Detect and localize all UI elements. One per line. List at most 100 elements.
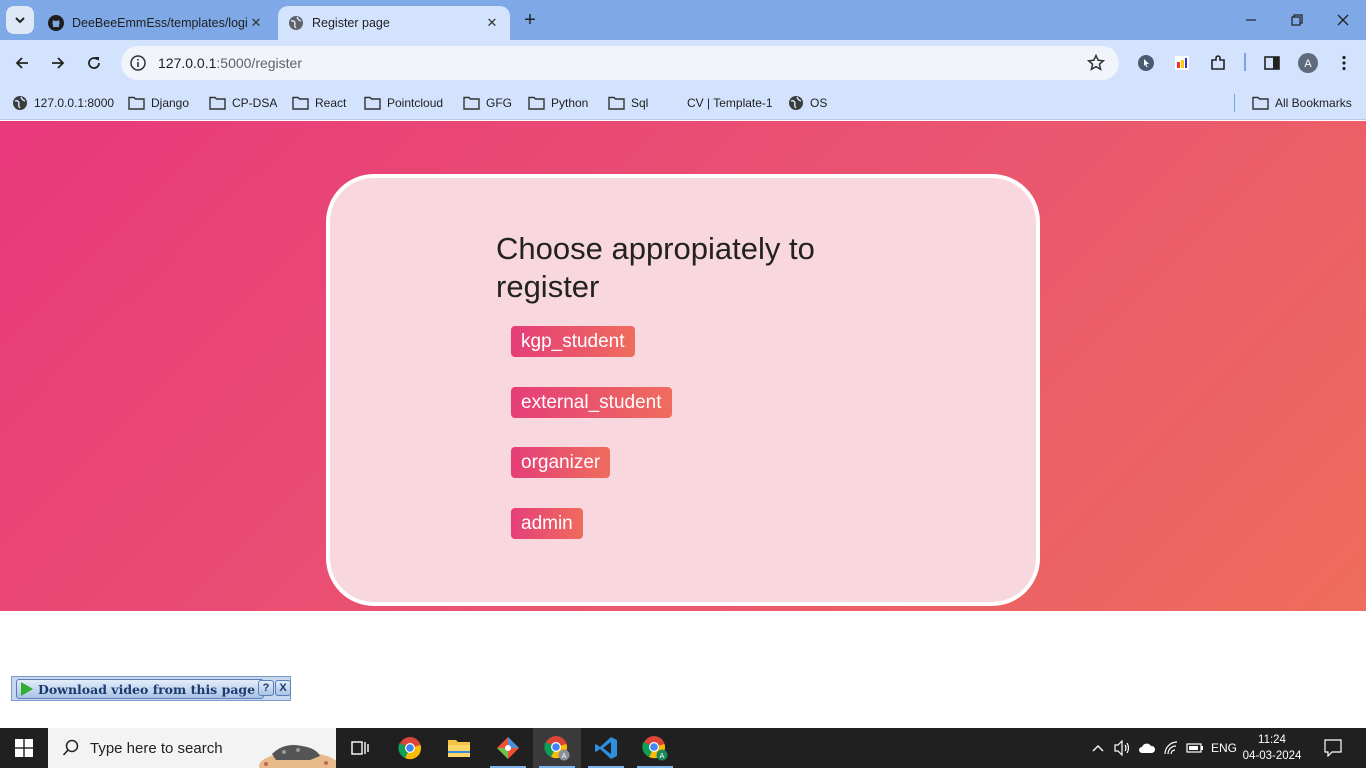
taskbar-git[interactable] <box>484 728 532 768</box>
extensions-puzzle-icon[interactable] <box>1208 53 1228 73</box>
all-bookmarks-button[interactable]: All Bookmarks <box>1252 92 1352 114</box>
role-button-kgp-student[interactable]: kgp_student <box>511 326 635 357</box>
vscode-icon <box>595 737 617 759</box>
forward-button[interactable] <box>44 49 72 77</box>
restore-icon <box>1291 14 1303 26</box>
download-help-button[interactable]: ? <box>258 680 274 696</box>
taskbar-chrome[interactable] <box>386 728 434 768</box>
bookmark-folder-django[interactable]: Django <box>128 92 189 114</box>
chrome-icon <box>398 737 421 760</box>
taskbar-chrome-profile-2[interactable]: A <box>631 728 679 768</box>
bookmark-cv-template[interactable]: CV | Template-1 <box>687 92 773 114</box>
role-button-admin[interactable]: admin <box>511 508 583 539</box>
search-icon <box>62 739 79 756</box>
network-button[interactable] <box>1160 728 1182 768</box>
svg-text:A: A <box>1304 58 1312 70</box>
bookmark-folder-gfg[interactable]: GFG <box>463 92 512 114</box>
register-card: Choose appropiately to register kgp_stud… <box>326 174 1040 606</box>
search-placeholder: Type here to search <box>90 739 223 757</box>
address-bar[interactable]: 127.0.0.1:5000/register <box>121 46 1119 80</box>
battery-button[interactable] <box>1184 728 1206 768</box>
bookmark-folder-python[interactable]: Python <box>528 92 588 114</box>
speaker-icon <box>1114 740 1130 756</box>
back-button[interactable] <box>8 49 36 77</box>
task-view-button[interactable] <box>336 728 384 768</box>
extension-colors-icon[interactable] <box>1172 53 1192 73</box>
minimize-icon <box>1246 19 1256 21</box>
windows-logo-icon <box>15 739 33 757</box>
bookmark-star-icon[interactable] <box>1087 54 1105 72</box>
globe-icon <box>13 96 27 110</box>
battery-icon <box>1186 743 1203 753</box>
taskbar-vscode[interactable] <box>582 728 630 768</box>
play-icon <box>21 682 33 696</box>
page-background: Choose appropiately to register kgp_stud… <box>0 121 1366 611</box>
close-window-button[interactable] <box>1320 0 1366 40</box>
bookmark-folder-cp-dsa[interactable]: CP-DSA <box>209 92 277 114</box>
bookmark-folder-pointcloud[interactable]: Pointcloud <box>364 92 443 114</box>
tab-register-page[interactable]: Register page ✕ <box>278 6 510 40</box>
extension-cursor-icon[interactable] <box>1136 53 1156 73</box>
download-close-button[interactable]: X <box>275 680 291 696</box>
file-explorer-icon <box>448 740 470 757</box>
download-video-button[interactable]: Download video from this page <box>16 679 264 699</box>
folder-icon <box>128 96 145 110</box>
more-menu-icon[interactable] <box>1334 53 1354 73</box>
profile-avatar[interactable]: A <box>1298 53 1318 73</box>
tab-strip: DeeBeeEmmEss/templates/logi ✕ Register p… <box>0 0 1366 40</box>
task-view-icon <box>351 741 369 755</box>
bookmarks-divider <box>1234 94 1235 112</box>
restore-button[interactable] <box>1274 0 1320 40</box>
new-tab-button[interactable]: + <box>518 8 542 32</box>
globe-icon <box>789 96 803 110</box>
chevron-up-icon <box>1092 745 1104 752</box>
download-video-bar: Download video from this page ? X <box>11 676 291 701</box>
page-heading: Choose appropiately to register <box>496 231 815 304</box>
reload-button[interactable] <box>80 49 108 77</box>
bookmark-folder-sql[interactable]: Sql <box>608 92 648 114</box>
svg-text:A: A <box>660 753 665 760</box>
input-language-button[interactable]: ENG <box>1208 728 1240 768</box>
volume-button[interactable] <box>1112 728 1134 768</box>
notification-icon <box>1324 739 1342 757</box>
minimize-button[interactable] <box>1228 0 1274 40</box>
wifi-icon <box>1164 741 1178 755</box>
bookmark-localhost[interactable]: 127.0.0.1:8000 <box>12 92 114 114</box>
side-panel-icon[interactable] <box>1262 53 1282 73</box>
tab-close-icon[interactable]: ✕ <box>248 15 264 31</box>
show-hidden-icons-button[interactable] <box>1088 728 1108 768</box>
svg-text:A: A <box>562 753 567 760</box>
folder-icon <box>528 96 545 110</box>
close-icon <box>1337 14 1349 26</box>
site-info-icon[interactable] <box>130 55 146 71</box>
folder-icon <box>209 96 226 110</box>
tab-title: Register page <box>312 16 390 30</box>
bookmark-folder-react[interactable]: React <box>292 92 346 114</box>
taskbar-file-explorer[interactable] <box>435 728 483 768</box>
github-icon <box>48 15 64 31</box>
role-button-external-student[interactable]: external_student <box>511 387 672 418</box>
taskbar-search-box[interactable]: Type here to search <box>48 728 336 768</box>
search-highlight-image <box>259 745 336 768</box>
role-button-organizer[interactable]: organizer <box>511 447 611 478</box>
forward-arrow-icon <box>52 57 65 69</box>
folder-icon <box>364 96 381 110</box>
tab-title: DeeBeeEmmEss/templates/logi <box>72 16 248 30</box>
chrome-profile-icon: A <box>544 736 570 761</box>
folder-icon <box>463 96 480 110</box>
onedrive-button[interactable] <box>1136 728 1158 768</box>
chevron-down-icon <box>15 17 25 24</box>
browser-toolbar: 127.0.0.1:5000/register A <box>0 40 1366 86</box>
chrome-profile-icon: A <box>642 736 668 761</box>
tab-close-icon[interactable]: ✕ <box>484 15 500 31</box>
tab-github[interactable]: DeeBeeEmmEss/templates/logi ✕ <box>38 6 274 40</box>
tab-search-button[interactable] <box>6 6 34 34</box>
taskbar-clock[interactable]: 11:24 04-03-2024 <box>1240 732 1304 764</box>
toolbar-divider <box>1244 53 1246 71</box>
git-icon <box>497 737 519 759</box>
folder-icon <box>292 96 309 110</box>
start-button[interactable] <box>0 728 48 768</box>
notifications-button[interactable] <box>1318 728 1348 768</box>
taskbar-chrome-profile[interactable]: A <box>533 728 581 768</box>
bookmark-os[interactable]: OS <box>788 92 827 114</box>
